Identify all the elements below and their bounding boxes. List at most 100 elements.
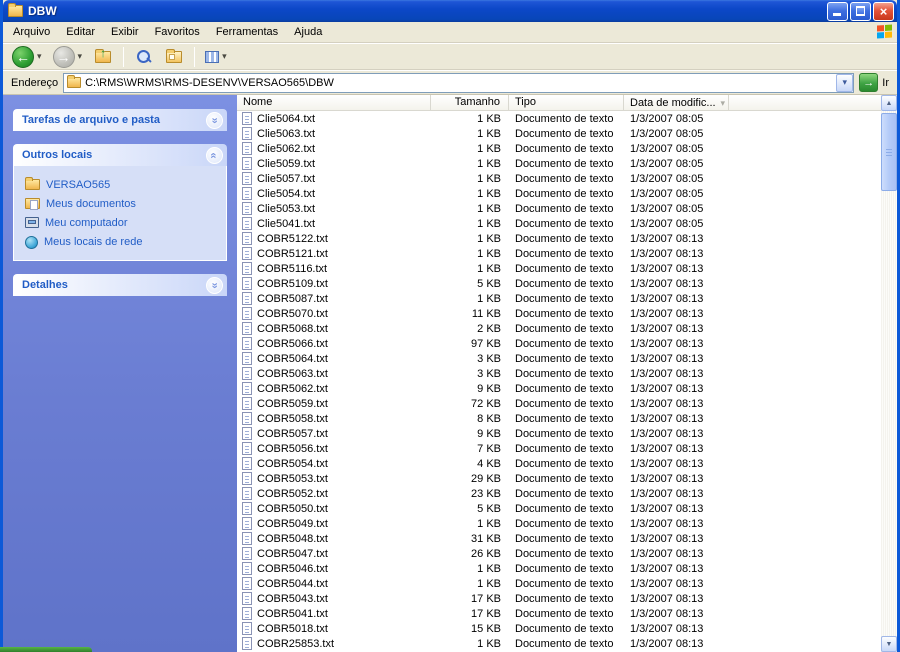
text-document-icon	[242, 442, 252, 455]
address-dropdown-button[interactable]: ▾	[836, 73, 854, 92]
table-row[interactable]: Clie5041.txt 1 KB Documento de texto 1/3…	[237, 216, 881, 231]
menu-item[interactable]: Ajuda	[286, 24, 330, 40]
menu-item[interactable]: Exibir	[103, 24, 147, 40]
table-row[interactable]: COBR5050.txt 5 KB Documento de texto 1/3…	[237, 501, 881, 516]
column-header-date[interactable]: Data de modific... ▾	[624, 95, 729, 110]
panel-header-details[interactable]: Detalhes »	[13, 274, 227, 296]
file-name: COBR5053.txt	[257, 472, 328, 485]
table-row[interactable]: COBR5122.txt 1 KB Documento de texto 1/3…	[237, 231, 881, 246]
go-button[interactable]: → Ir	[859, 73, 891, 92]
sidebar-item[interactable]: Meus documentos	[25, 194, 220, 213]
minimize-icon	[833, 12, 841, 16]
table-row[interactable]: Clie5064.txt 1 KB Documento de texto 1/3…	[237, 111, 881, 126]
text-document-icon	[242, 202, 252, 215]
title-bar[interactable]: DBW ×	[3, 0, 897, 22]
folders-icon	[166, 48, 183, 63]
table-row[interactable]: COBR5109.txt 5 KB Documento de texto 1/3…	[237, 276, 881, 291]
text-document-icon	[242, 532, 252, 545]
taskbar-start-sliver[interactable]	[0, 647, 92, 652]
table-row[interactable]: COBR5047.txt 26 KB Documento de texto 1/…	[237, 546, 881, 561]
up-button[interactable]: ↑	[90, 45, 116, 69]
back-button[interactable]: ← ▾	[9, 45, 46, 69]
menu-item[interactable]: Favoritos	[147, 24, 208, 40]
vertical-scrollbar[interactable]: ▲ ▼	[881, 95, 897, 652]
table-row[interactable]: COBR5056.txt 7 KB Documento de texto 1/3…	[237, 441, 881, 456]
table-row[interactable]: COBR5048.txt 31 KB Documento de texto 1/…	[237, 531, 881, 546]
menu-item[interactable]: Ferramentas	[208, 24, 286, 40]
table-row[interactable]: COBR5041.txt 17 KB Documento de texto 1/…	[237, 606, 881, 621]
table-row[interactable]: COBR5070.txt 11 KB Documento de texto 1/…	[237, 306, 881, 321]
scrollbar-thumb[interactable]	[881, 113, 897, 191]
file-size: 1 KB	[477, 232, 501, 245]
sidebar-item[interactable]: Meus locais de rede	[25, 232, 220, 251]
table-row[interactable]: COBR5018.txt 15 KB Documento de texto 1/…	[237, 621, 881, 636]
expand-button[interactable]: »	[206, 276, 223, 294]
views-button[interactable]: ▾	[202, 45, 231, 69]
table-row[interactable]: Clie5059.txt 1 KB Documento de texto 1/3…	[237, 156, 881, 171]
panel-header-other-places[interactable]: Outros locais »	[13, 144, 227, 166]
file-type: Documento de texto	[515, 607, 614, 620]
menu-item[interactable]: Arquivo	[5, 24, 58, 40]
table-row[interactable]: COBR5057.txt 9 KB Documento de texto 1/3…	[237, 426, 881, 441]
file-date: 1/3/2007 08:13	[630, 277, 704, 290]
address-bar: Endereço C:\RMS\WRMS\RMS-DESENV\VERSAO56…	[3, 70, 897, 95]
table-row[interactable]: Clie5057.txt 1 KB Documento de texto 1/3…	[237, 171, 881, 186]
table-row[interactable]: COBR5059.txt 72 KB Documento de texto 1/…	[237, 396, 881, 411]
table-row[interactable]: COBR5064.txt 3 KB Documento de texto 1/3…	[237, 351, 881, 366]
table-row[interactable]: Clie5054.txt 1 KB Documento de texto 1/3…	[237, 186, 881, 201]
column-header-size[interactable]: Tamanho	[431, 95, 509, 110]
file-size: 1 KB	[477, 187, 501, 200]
table-row[interactable]: COBR5087.txt 1 KB Documento de texto 1/3…	[237, 291, 881, 306]
address-input[interactable]: C:\RMS\WRMS\RMS-DESENV\VERSAO565\DBW ▾	[63, 72, 855, 93]
file-type: Documento de texto	[515, 487, 614, 500]
file-name: COBR5056.txt	[257, 442, 328, 455]
sidebar-item[interactable]: VERSAO565	[25, 175, 220, 194]
column-header-type[interactable]: Tipo	[509, 95, 624, 110]
sidebar-item[interactable]: Meu computador	[25, 213, 220, 232]
menu-item[interactable]: Editar	[58, 24, 103, 40]
table-row[interactable]: COBR5058.txt 8 KB Documento de texto 1/3…	[237, 411, 881, 426]
table-row[interactable]: COBR5049.txt 1 KB Documento de texto 1/3…	[237, 516, 881, 531]
collapse-button[interactable]: »	[206, 146, 223, 164]
table-row[interactable]: COBR5046.txt 1 KB Documento de texto 1/3…	[237, 561, 881, 576]
table-row[interactable]: COBR5062.txt 9 KB Documento de texto 1/3…	[237, 381, 881, 396]
table-row[interactable]: Clie5062.txt 1 KB Documento de texto 1/3…	[237, 141, 881, 156]
table-row[interactable]: Clie5063.txt 1 KB Documento de texto 1/3…	[237, 126, 881, 141]
minimize-button[interactable]	[827, 1, 848, 21]
text-document-icon	[242, 142, 252, 155]
sidebar-item-label: Meus documentos	[46, 197, 136, 210]
file-type: Documento de texto	[515, 427, 614, 440]
panel-header-file-tasks[interactable]: Tarefas de arquivo e pasta »	[13, 109, 227, 131]
table-row[interactable]: COBR5044.txt 1 KB Documento de texto 1/3…	[237, 576, 881, 591]
table-row[interactable]: COBR5066.txt 97 KB Documento de texto 1/…	[237, 336, 881, 351]
file-date: 1/3/2007 08:05	[630, 217, 704, 230]
scroll-up-button[interactable]: ▲	[881, 95, 897, 111]
file-type: Documento de texto	[515, 517, 614, 530]
search-button[interactable]	[131, 45, 157, 69]
table-row[interactable]: COBR5068.txt 2 KB Documento de texto 1/3…	[237, 321, 881, 336]
file-size: 1 KB	[477, 172, 501, 185]
restore-button[interactable]	[850, 1, 871, 21]
file-name: COBR5044.txt	[257, 577, 328, 590]
table-row[interactable]: COBR5053.txt 29 KB Documento de texto 1/…	[237, 471, 881, 486]
table-row[interactable]: COBR5052.txt 23 KB Documento de texto 1/…	[237, 486, 881, 501]
folders-button[interactable]	[161, 45, 187, 69]
file-date: 1/3/2007 08:13	[630, 607, 704, 620]
file-date: 1/3/2007 08:13	[630, 412, 704, 425]
table-row[interactable]: COBR5054.txt 4 KB Documento de texto 1/3…	[237, 456, 881, 471]
close-button[interactable]: ×	[873, 1, 894, 21]
scrollbar-track[interactable]	[881, 111, 897, 636]
scroll-down-button[interactable]: ▼	[881, 636, 897, 652]
file-name: Clie5041.txt	[257, 217, 316, 230]
table-row[interactable]: COBR5121.txt 1 KB Documento de texto 1/3…	[237, 246, 881, 261]
forward-button[interactable]: → ▾	[50, 45, 87, 69]
table-row[interactable]: COBR5063.txt 3 KB Documento de texto 1/3…	[237, 366, 881, 381]
expand-button[interactable]: »	[206, 111, 223, 129]
table-row[interactable]: COBR5116.txt 1 KB Documento de texto 1/3…	[237, 261, 881, 276]
go-arrow-icon: →	[859, 73, 879, 92]
table-row[interactable]: Clie5053.txt 1 KB Documento de texto 1/3…	[237, 201, 881, 216]
text-document-icon	[242, 427, 252, 440]
table-row[interactable]: COBR5043.txt 17 KB Documento de texto 1/…	[237, 591, 881, 606]
column-header-name[interactable]: Nome	[237, 95, 431, 110]
table-row[interactable]: COBR25853.txt 1 KB Documento de texto 1/…	[237, 636, 881, 651]
